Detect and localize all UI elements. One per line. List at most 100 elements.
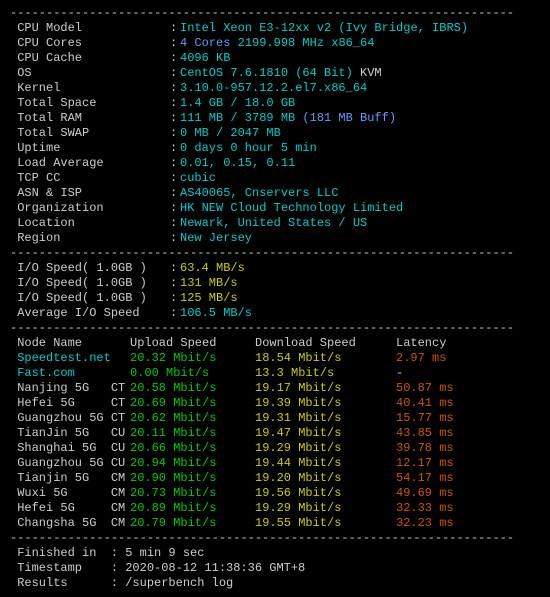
sys-row: CPU Cores:4 Cores 2199.998 MHz x86_64	[10, 36, 540, 51]
speed-row: Guangzhou 5G CT20.62 Mbit/s19.31 Mbit/s1…	[10, 411, 540, 426]
sys-value: Intel Xeon E3-12xx v2 (Ivy Bridge, IBRS)	[180, 21, 540, 36]
sys-value: 0.01, 0.15, 0.11	[180, 156, 540, 171]
upload-speed: 20.89 Mbit/s	[130, 501, 255, 516]
latency: 15.77 ms	[396, 411, 540, 426]
sys-row: Organization:HK NEW Cloud Technology Lim…	[10, 201, 540, 216]
upload-speed: 20.62 Mbit/s	[130, 411, 255, 426]
download-speed: 19.20 Mbit/s	[255, 471, 396, 486]
sys-label: Uptime	[10, 141, 170, 156]
latency: 43.85 ms	[396, 426, 540, 441]
colon: :	[170, 111, 180, 126]
sys-row: Load Average:0.01, 0.15, 0.11	[10, 156, 540, 171]
io-value: 63.4 MB/s	[180, 261, 540, 276]
download-speed: 19.55 Mbit/s	[255, 516, 396, 531]
latency: 39.78 ms	[396, 441, 540, 456]
colon: :	[170, 21, 180, 36]
sys-row: TCP CC:cubic	[10, 171, 540, 186]
colon: :	[170, 201, 180, 216]
colon: :	[170, 306, 180, 321]
download-speed: 19.56 Mbit/s	[255, 486, 396, 501]
speed-row: Nanjing 5G CT20.58 Mbit/s19.17 Mbit/s50.…	[10, 381, 540, 396]
sys-label: Total Space	[10, 96, 170, 111]
download-speed: 18.54 Mbit/s	[255, 351, 396, 366]
sys-row: Kernel:3.10.0-957.12.2.el7.x86_64	[10, 81, 540, 96]
sys-label: Kernel	[10, 81, 170, 96]
sys-label: Region	[10, 231, 170, 246]
upload-speed: 20.90 Mbit/s	[130, 471, 255, 486]
hdr-node: Node Name	[10, 336, 130, 351]
sys-row: Location:Newark, United States / US	[10, 216, 540, 231]
sys-label: Total SWAP	[10, 126, 170, 141]
divider: ----------------------------------------…	[10, 6, 540, 21]
sys-value: CentOS 7.6.1810 (64 Bit) KVM	[180, 66, 540, 81]
colon: :	[170, 186, 180, 201]
node-name: Nanjing 5G CT	[10, 381, 130, 396]
colon: :	[170, 156, 180, 171]
io-value: 131 MB/s	[180, 276, 540, 291]
latency: 40.41 ms	[396, 396, 540, 411]
sys-label: Organization	[10, 201, 170, 216]
upload-speed: 20.79 Mbit/s	[130, 516, 255, 531]
speed-row: Speedtest.net20.32 Mbit/s18.54 Mbit/s2.9…	[10, 351, 540, 366]
sys-value: 111 MB / 3789 MB (181 MB Buff)	[180, 111, 540, 126]
finished-line: Finished in : 5 min 9 sec	[10, 546, 540, 561]
io-row: I/O Speed( 1.0GB ):63.4 MB/s	[10, 261, 540, 276]
download-speed: 19.31 Mbit/s	[255, 411, 396, 426]
download-speed: 19.39 Mbit/s	[255, 396, 396, 411]
sys-label: OS	[10, 66, 170, 81]
colon: :	[170, 261, 180, 276]
sys-value: HK NEW Cloud Technology Limited	[180, 201, 540, 216]
io-label: Average I/O Speed	[10, 306, 170, 321]
io-label: I/O Speed( 1.0GB )	[10, 291, 170, 306]
download-speed: 19.29 Mbit/s	[255, 441, 396, 456]
colon: :	[170, 141, 180, 156]
divider: ----------------------------------------…	[10, 531, 540, 546]
sys-label: Total RAM	[10, 111, 170, 126]
download-speed: 19.47 Mbit/s	[255, 426, 396, 441]
speed-row: Tianjin 5G CM20.90 Mbit/s19.20 Mbit/s54.…	[10, 471, 540, 486]
latency: 32.23 ms	[396, 516, 540, 531]
divider: ----------------------------------------…	[10, 321, 540, 336]
upload-speed: 20.11 Mbit/s	[130, 426, 255, 441]
sys-value: New Jersey	[180, 231, 540, 246]
io-row: Average I/O Speed:106.5 MB/s	[10, 306, 540, 321]
speed-row: Hefei 5G CM20.89 Mbit/s19.29 Mbit/s32.33…	[10, 501, 540, 516]
latency: 32.33 ms	[396, 501, 540, 516]
speed-row: Changsha 5G CM20.79 Mbit/s19.55 Mbit/s32…	[10, 516, 540, 531]
colon: :	[170, 291, 180, 306]
latency: 49.69 ms	[396, 486, 540, 501]
download-speed: 19.29 Mbit/s	[255, 501, 396, 516]
colon: :	[170, 81, 180, 96]
hdr-upload: Upload Speed	[130, 336, 255, 351]
node-name: Fast.com	[10, 366, 130, 381]
node-name: Hefei 5G CT	[10, 396, 130, 411]
upload-speed: 0.00 Mbit/s	[130, 366, 255, 381]
colon: :	[170, 51, 180, 66]
latency: 54.17 ms	[396, 471, 540, 486]
io-label: I/O Speed( 1.0GB )	[10, 276, 170, 291]
download-speed: 13.3 Mbit/s	[255, 366, 396, 381]
hdr-latency: Latency	[396, 336, 540, 351]
sys-row: CPU Model:Intel Xeon E3-12xx v2 (Ivy Bri…	[10, 21, 540, 36]
divider: ----------------------------------------…	[10, 246, 540, 261]
node-name: Hefei 5G CM	[10, 501, 130, 516]
node-name: Changsha 5G CM	[10, 516, 130, 531]
latency: 12.17 ms	[396, 456, 540, 471]
speed-row: Shanghai 5G CU20.66 Mbit/s19.29 Mbit/s39…	[10, 441, 540, 456]
colon: :	[170, 96, 180, 111]
upload-speed: 20.73 Mbit/s	[130, 486, 255, 501]
upload-speed: 20.66 Mbit/s	[130, 441, 255, 456]
sys-value: 3.10.0-957.12.2.el7.x86_64	[180, 81, 540, 96]
sys-label: Location	[10, 216, 170, 231]
latency: 50.87 ms	[396, 381, 540, 396]
colon: :	[170, 216, 180, 231]
colon: :	[170, 126, 180, 141]
upload-speed: 20.58 Mbit/s	[130, 381, 255, 396]
sys-row: Region:New Jersey	[10, 231, 540, 246]
sys-row: Uptime:0 days 0 hour 5 min	[10, 141, 540, 156]
colon: :	[170, 66, 180, 81]
download-speed: 19.44 Mbit/s	[255, 456, 396, 471]
sys-label: CPU Cores	[10, 36, 170, 51]
sys-value: Newark, United States / US	[180, 216, 540, 231]
upload-speed: 20.94 Mbit/s	[130, 456, 255, 471]
